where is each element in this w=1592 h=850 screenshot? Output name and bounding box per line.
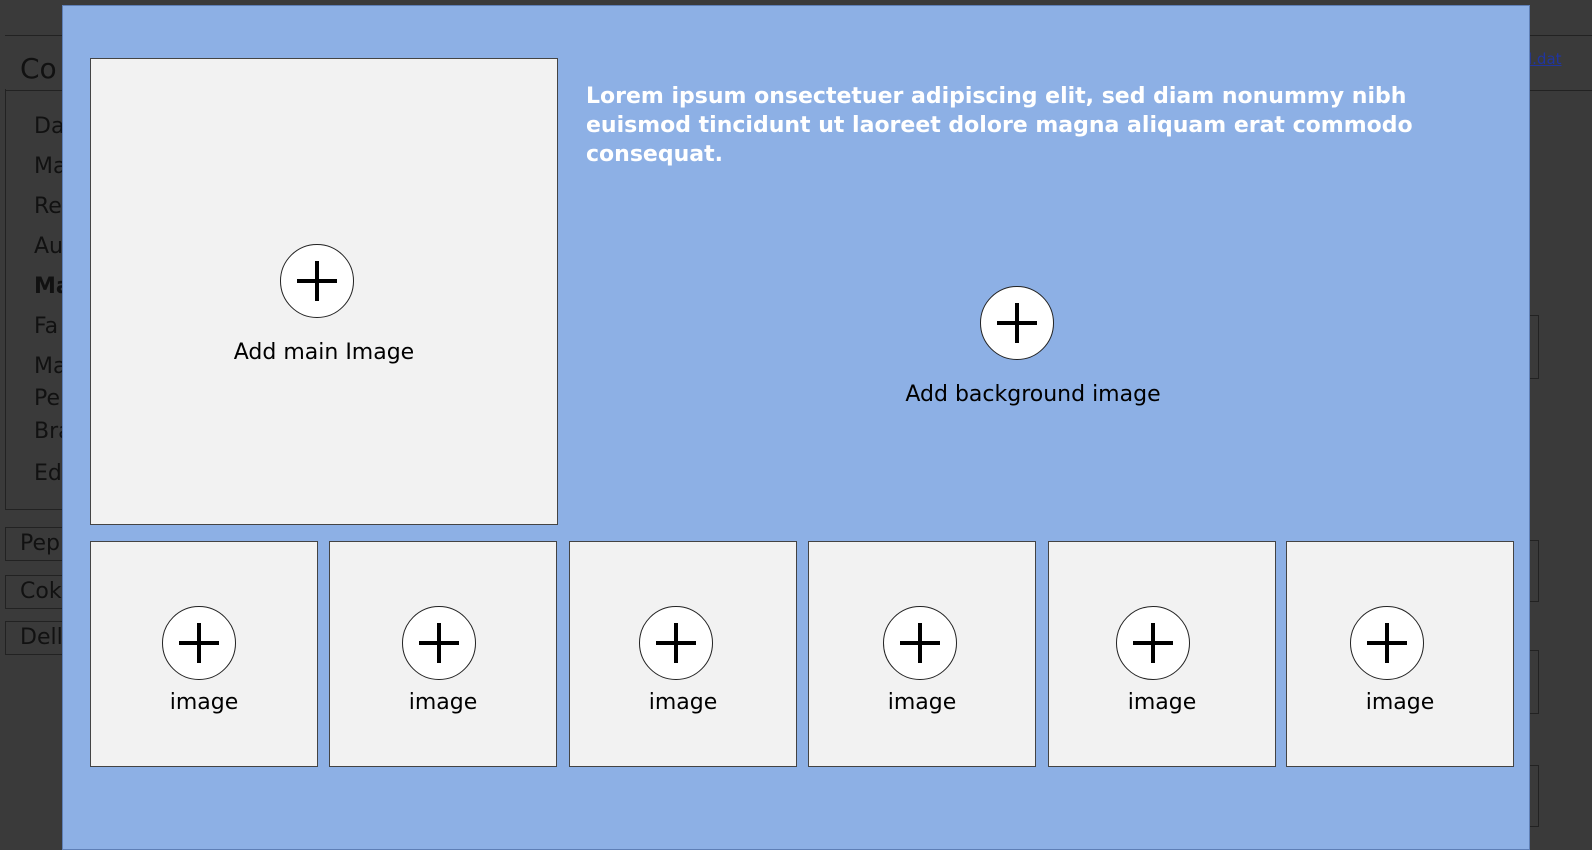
image-label: image	[887, 690, 957, 715]
plus-icon	[883, 606, 957, 680]
add-image-button-6[interactable]: image	[1286, 541, 1514, 767]
image-label: image	[648, 690, 718, 715]
plus-icon	[1116, 606, 1190, 680]
nav-item[interactable]: Da	[34, 114, 64, 139]
plus-icon	[162, 606, 236, 680]
add-image-button-2[interactable]: image	[329, 541, 557, 767]
image-label: image	[408, 690, 478, 715]
add-image-button-3[interactable]: image	[569, 541, 797, 767]
background-link[interactable]: l.dat	[1528, 50, 1562, 68]
main-image-label: Add main Image	[233, 340, 415, 365]
nav-item[interactable]: Pe	[34, 386, 60, 411]
image-label: image	[1127, 690, 1197, 715]
image-upload-modal: Add main Image Lorem ipsum onsectetuer a…	[62, 5, 1530, 850]
plus-icon	[1350, 606, 1424, 680]
plus-icon	[280, 244, 354, 318]
add-background-image-button[interactable]: Add background image	[883, 286, 1183, 416]
background-title: Co	[20, 52, 57, 85]
background-image-label: Add background image	[905, 382, 1161, 407]
nav-item[interactable]: Re	[34, 194, 62, 219]
plus-icon	[402, 606, 476, 680]
description-text: Lorem ipsum onsectetuer adipiscing elit,…	[586, 84, 1413, 167]
plus-icon	[980, 286, 1054, 360]
nav-item[interactable]: Fa	[34, 314, 58, 339]
image-label: image	[1365, 690, 1435, 715]
add-image-button-1[interactable]: image	[90, 541, 318, 767]
add-image-button-4[interactable]: image	[808, 541, 1036, 767]
nav-item[interactable]: Au	[34, 234, 63, 259]
add-main-image-button[interactable]: Add main Image	[90, 58, 558, 525]
image-label: image	[169, 690, 239, 715]
plus-icon	[639, 606, 713, 680]
add-image-button-5[interactable]: image	[1048, 541, 1276, 767]
